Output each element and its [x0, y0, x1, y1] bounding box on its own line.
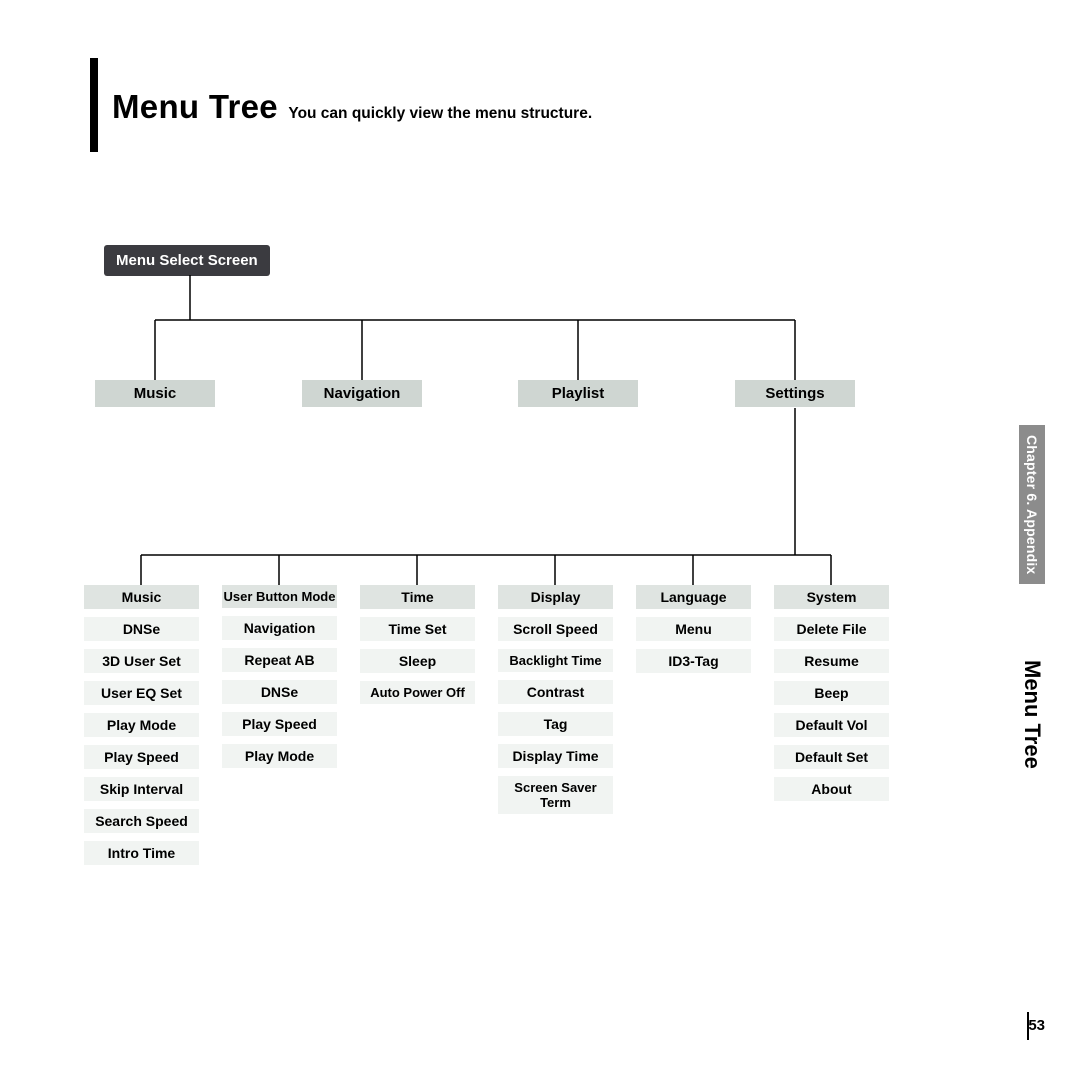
- connector-layer: [0, 0, 1080, 1080]
- page-root: Menu Tree You can quickly view the menu …: [0, 0, 1080, 1080]
